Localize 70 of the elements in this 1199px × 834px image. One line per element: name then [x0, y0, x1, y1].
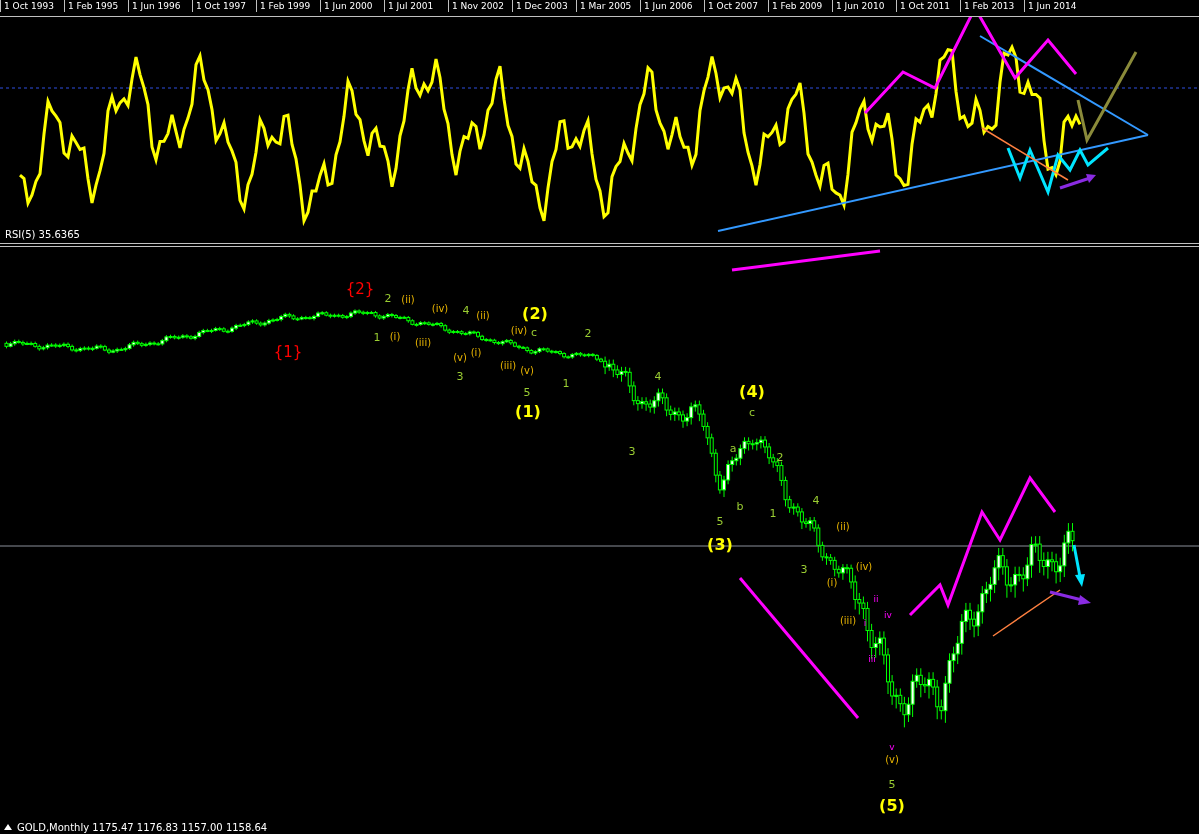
wave-label: 3: [456, 370, 464, 382]
indicator-label: RSI(5) 35.6365: [5, 229, 80, 240]
wave-label: (v): [520, 366, 534, 376]
triangle-icon[interactable]: [4, 824, 12, 830]
date-label: 1 Oct 1997: [192, 0, 256, 12]
date-label: 1 Dec 2003: [512, 0, 576, 12]
wave-label: (i): [470, 348, 482, 358]
wave-label: b: [736, 500, 744, 512]
wave-label: (2): [522, 306, 548, 322]
wave-label: 3: [800, 563, 808, 575]
wave-label: iv: [884, 610, 892, 620]
wave-label: 5: [716, 515, 724, 527]
wave-label: 2: [776, 451, 784, 463]
wave-label: (3): [707, 537, 733, 553]
wave-label: (ii): [401, 295, 415, 305]
date-label: 1 Nov 2002: [448, 0, 512, 12]
date-label: 1 Oct 2011: [896, 0, 960, 12]
wave-label: (iii): [414, 338, 432, 348]
date-label: 1 Feb 1999: [256, 0, 320, 12]
date-label: 1 Jun 2010: [832, 0, 896, 12]
date-label: 1 Oct 2007: [704, 0, 768, 12]
wave-label: v: [889, 742, 895, 752]
wave-label: (4): [739, 384, 765, 400]
wave-label: 4: [812, 494, 820, 506]
date-label: 1 Feb 1995: [64, 0, 128, 12]
date-label: 1 Jun 2014: [1024, 0, 1088, 12]
arrow-icon: [1072, 544, 1085, 587]
wave-label: (iv): [510, 326, 528, 336]
wave-label: 2: [384, 292, 392, 304]
wave-label: (ii): [476, 311, 490, 321]
date-label: 1 Jun 1996: [128, 0, 192, 12]
wave-label: (v): [885, 755, 899, 765]
date-label: 1 Mar 2005: [576, 0, 640, 12]
wave-label: (iv): [855, 562, 873, 572]
wave-label: (iii): [839, 616, 857, 626]
arrow-icon: [1059, 174, 1096, 190]
wave-label: 2: [584, 327, 592, 339]
date-label: 1 Jun 2006: [640, 0, 704, 12]
wave-label: {1}: [273, 344, 303, 360]
wave-label: i: [863, 618, 867, 628]
date-label: 1 Jul 2001: [384, 0, 448, 12]
wave-label: 1: [373, 331, 381, 343]
symbol-label: GOLD,Monthly 1175.47 1176.83 1157.00 1158.64: [17, 821, 268, 833]
wave-label: c: [748, 406, 756, 418]
wave-label: 4: [462, 304, 470, 316]
wave-label: 5: [523, 386, 531, 398]
arrow-icon: [1049, 590, 1091, 605]
date-label: 1 Oct 1993: [0, 0, 64, 12]
wave-label: 3: [628, 445, 636, 457]
wave-label: (i): [826, 578, 838, 588]
wave-label: (ii): [836, 522, 850, 532]
wave-label: ii: [873, 594, 879, 604]
date-label: 1 Feb 2013: [960, 0, 1024, 12]
wave-label: 5: [888, 778, 896, 790]
wave-label: c: [530, 326, 538, 338]
wave-label: 1: [562, 377, 570, 389]
wave-label: (i): [389, 332, 401, 342]
date-label: 1 Jun 2000: [320, 0, 384, 12]
wave-label: (iv): [431, 304, 449, 314]
wave-label: (v): [453, 353, 467, 363]
wave-label: 1: [769, 507, 777, 519]
wave-label: (5): [879, 798, 905, 814]
wave-label: 4: [654, 370, 662, 382]
date-label: 1 Feb 2009: [768, 0, 832, 12]
trend-line: [992, 589, 1061, 637]
wave-label: (iii): [499, 361, 517, 371]
wave-label: (1): [515, 404, 541, 420]
wave-label: a: [729, 442, 737, 454]
wave-label: iii: [868, 654, 876, 664]
wave-label: {2}: [345, 281, 375, 297]
